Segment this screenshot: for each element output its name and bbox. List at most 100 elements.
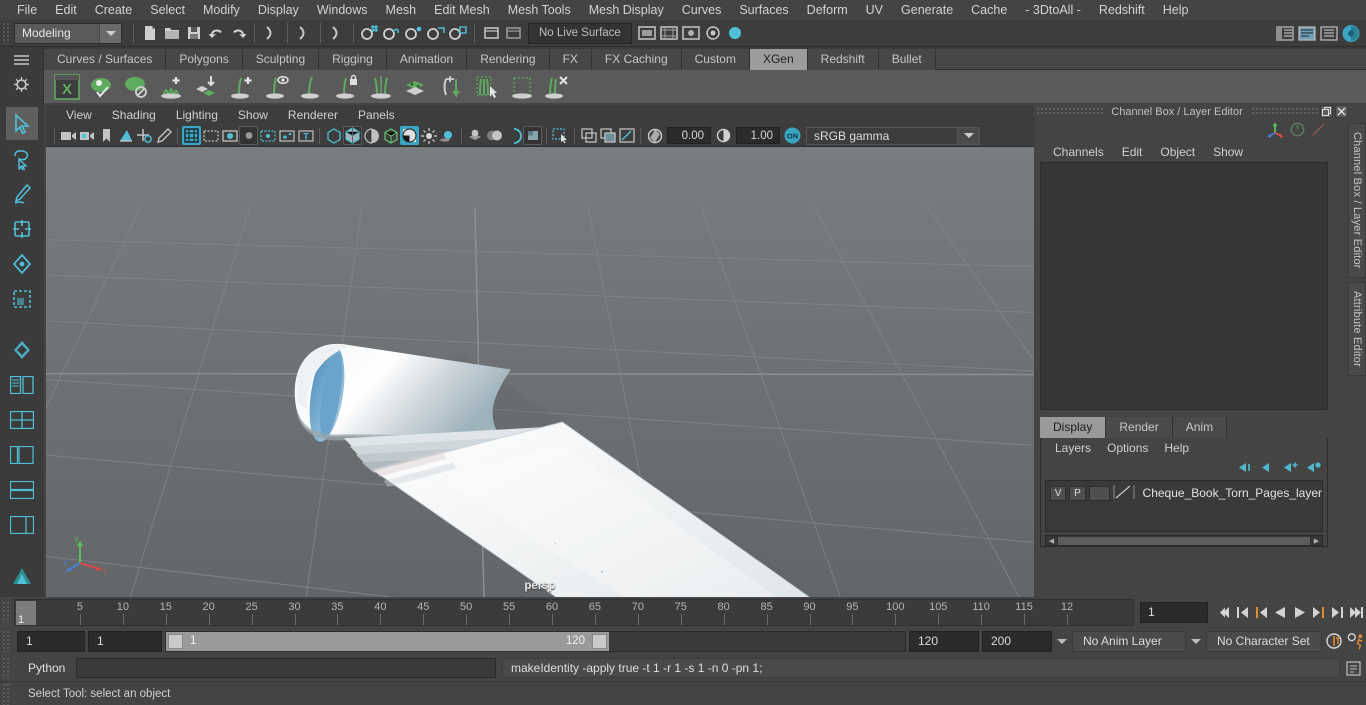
viewport-menu-show[interactable]: Show [228,105,278,125]
last-tool-button[interactable] [6,333,38,366]
go-to-end-icon[interactable] [1347,601,1366,623]
select-hierarchy-icon[interactable] [260,22,282,44]
shelf-tab-rigging[interactable]: Rigging [319,49,387,70]
menu-item-select[interactable]: Select [141,0,194,20]
menu-item-surfaces[interactable]: Surfaces [730,0,797,20]
scroll-left-icon[interactable]: ◀ [1046,536,1057,545]
snap-point-icon[interactable] [403,22,425,44]
range-slider-grip[interactable] [2,630,11,652]
menu-item-mesh-display[interactable]: Mesh Display [580,0,673,20]
scrollbar-thumb[interactable] [1058,536,1310,545]
camera-attributes-icon[interactable] [78,126,97,145]
xray-joints-display-icon[interactable] [598,126,617,145]
menu-item-deform[interactable]: Deform [798,0,857,20]
menu-item-edit[interactable]: Edit [46,0,86,20]
viewport-menu-renderer[interactable]: Renderer [278,105,348,125]
layer-menu-help[interactable]: Help [1156,441,1197,455]
depth-of-field-icon[interactable] [504,126,523,145]
text-display-icon[interactable]: T [296,126,315,145]
show-attribute-editor-icon[interactable] [1296,22,1318,44]
shelf-tab-redshift[interactable]: Redshift [807,49,879,70]
color-profile-chevron-down-icon[interactable] [958,126,980,145]
render-settings-icon[interactable] [702,22,724,44]
xgen-region-icon[interactable] [505,70,538,103]
use-all-lights-icon[interactable] [381,126,400,145]
layer-menu-layers[interactable]: Layers [1047,441,1099,455]
xgen-lock-guide-icon[interactable] [330,70,363,103]
show-tool-settings-icon[interactable] [1318,22,1340,44]
shelf-tab-animation[interactable]: Animation [386,49,468,70]
channel-slider-icon[interactable] [1311,122,1326,140]
character-set-chevron-down-icon[interactable] [1189,631,1203,652]
menu-item-modify[interactable]: Modify [194,0,249,20]
close-icon[interactable] [1335,105,1348,118]
xgen-select-primitives-icon[interactable] [470,70,503,103]
viewport-menu-view[interactable]: View [56,105,102,125]
vertical-tab-attribute-editor[interactable]: Attribute Editor [1348,281,1366,376]
go-to-start-icon[interactable] [1214,601,1233,623]
menu-item-mesh[interactable]: Mesh [377,0,426,20]
exposure-icon[interactable] [645,126,664,145]
xray-active-components-icon[interactable] [277,126,296,145]
channel-box-menu-object[interactable]: Object [1151,145,1204,159]
menu-item-cache[interactable]: Cache [962,0,1016,20]
render-sequence-icon[interactable] [658,22,680,44]
gamma-field[interactable]: 1.00 [736,127,780,144]
panel-grip-dots[interactable] [1036,107,1104,116]
shaded-textured-icon[interactable] [362,126,381,145]
range-left-grip[interactable] [168,633,183,649]
chevron-down-icon[interactable] [99,23,121,43]
snap-view-plane-icon[interactable] [447,22,469,44]
shelf-tab-menu-icon[interactable] [13,54,30,69]
menu-item-uv[interactable]: UV [857,0,892,20]
channel-speed-icon[interactable] [1290,122,1305,140]
render-view-icon[interactable] [636,22,658,44]
viewport-menu-panels[interactable]: Panels [348,105,405,125]
four-view-layout-button[interactable] [6,403,38,436]
xgen-preview-on-icon[interactable] [85,70,118,103]
persp-outliner-layout-button[interactable] [6,438,38,471]
color-management-toggle-icon[interactable]: ON [783,126,802,145]
construction-history-delete-icon[interactable] [502,22,524,44]
shelf-tab-polygons[interactable]: Polygons [166,49,243,70]
xgen-convert-icon[interactable] [435,70,468,103]
step-forward-frame-icon[interactable] [1309,601,1328,623]
new-layer-icon[interactable] [1283,461,1298,477]
menu-item-edit-mesh[interactable]: Edit Mesh [425,0,499,20]
color-profile-selector[interactable]: sRGB gamma [806,126,958,145]
outliner-persp-layout-button[interactable] [6,368,38,401]
snap-projected-center-icon[interactable] [425,22,447,44]
texture-toggle-icon[interactable] [400,126,419,145]
step-back-keyframe-icon[interactable] [1233,601,1252,623]
shelf-tab-curves-surfaces[interactable]: Curves / Surfaces [44,49,167,70]
animation-preferences-icon[interactable] [1347,630,1366,652]
xgen-preview-off-icon[interactable] [120,70,153,103]
lasso-select-tool-button[interactable] [6,142,38,175]
grid-toggle-icon[interactable] [182,126,201,145]
layer-list-item[interactable]: V P Cheque_Book_Torn_Pages_layer [1046,484,1322,502]
select-tool-button[interactable] [6,107,38,140]
character-set-selector[interactable]: No Character Set [1206,630,1322,652]
animation-start-field[interactable]: 1 [17,630,85,652]
move-tool-button[interactable] [6,212,38,245]
motion-blur-icon[interactable] [485,126,504,145]
layer-color-swatch-icon[interactable] [1113,484,1135,503]
command-language-label[interactable]: Python [14,661,76,675]
range-slider[interactable]: 1 120 [165,630,906,652]
scroll-right-icon[interactable]: ▶ [1311,536,1322,545]
xgen-delete-guides-icon[interactable] [540,70,573,103]
command-input[interactable] [76,658,496,678]
step-forward-keyframe-icon[interactable] [1328,601,1347,623]
range-end-field[interactable]: 120 [909,630,979,652]
channel-box-menu-show[interactable]: Show [1204,145,1252,159]
live-surface-field[interactable]: No Live Surface [528,22,632,44]
film-gate-icon[interactable] [201,126,220,145]
time-slider[interactable]: 1 5 10 15 20 25 30 35 40 45 50 55 60 65 70 75 80 85 90 95 1… [14,598,1134,626]
light-display-icon[interactable] [419,126,438,145]
animation-end-field[interactable]: 200 [982,630,1052,652]
viewport-menu-shading[interactable]: Shading [102,105,166,125]
range-right-grip[interactable] [592,633,607,649]
auto-keyframe-icon[interactable] [1325,630,1344,652]
shelf-tab-bullet[interactable]: Bullet [878,49,936,70]
layer-playback-toggle[interactable]: P [1069,485,1086,501]
